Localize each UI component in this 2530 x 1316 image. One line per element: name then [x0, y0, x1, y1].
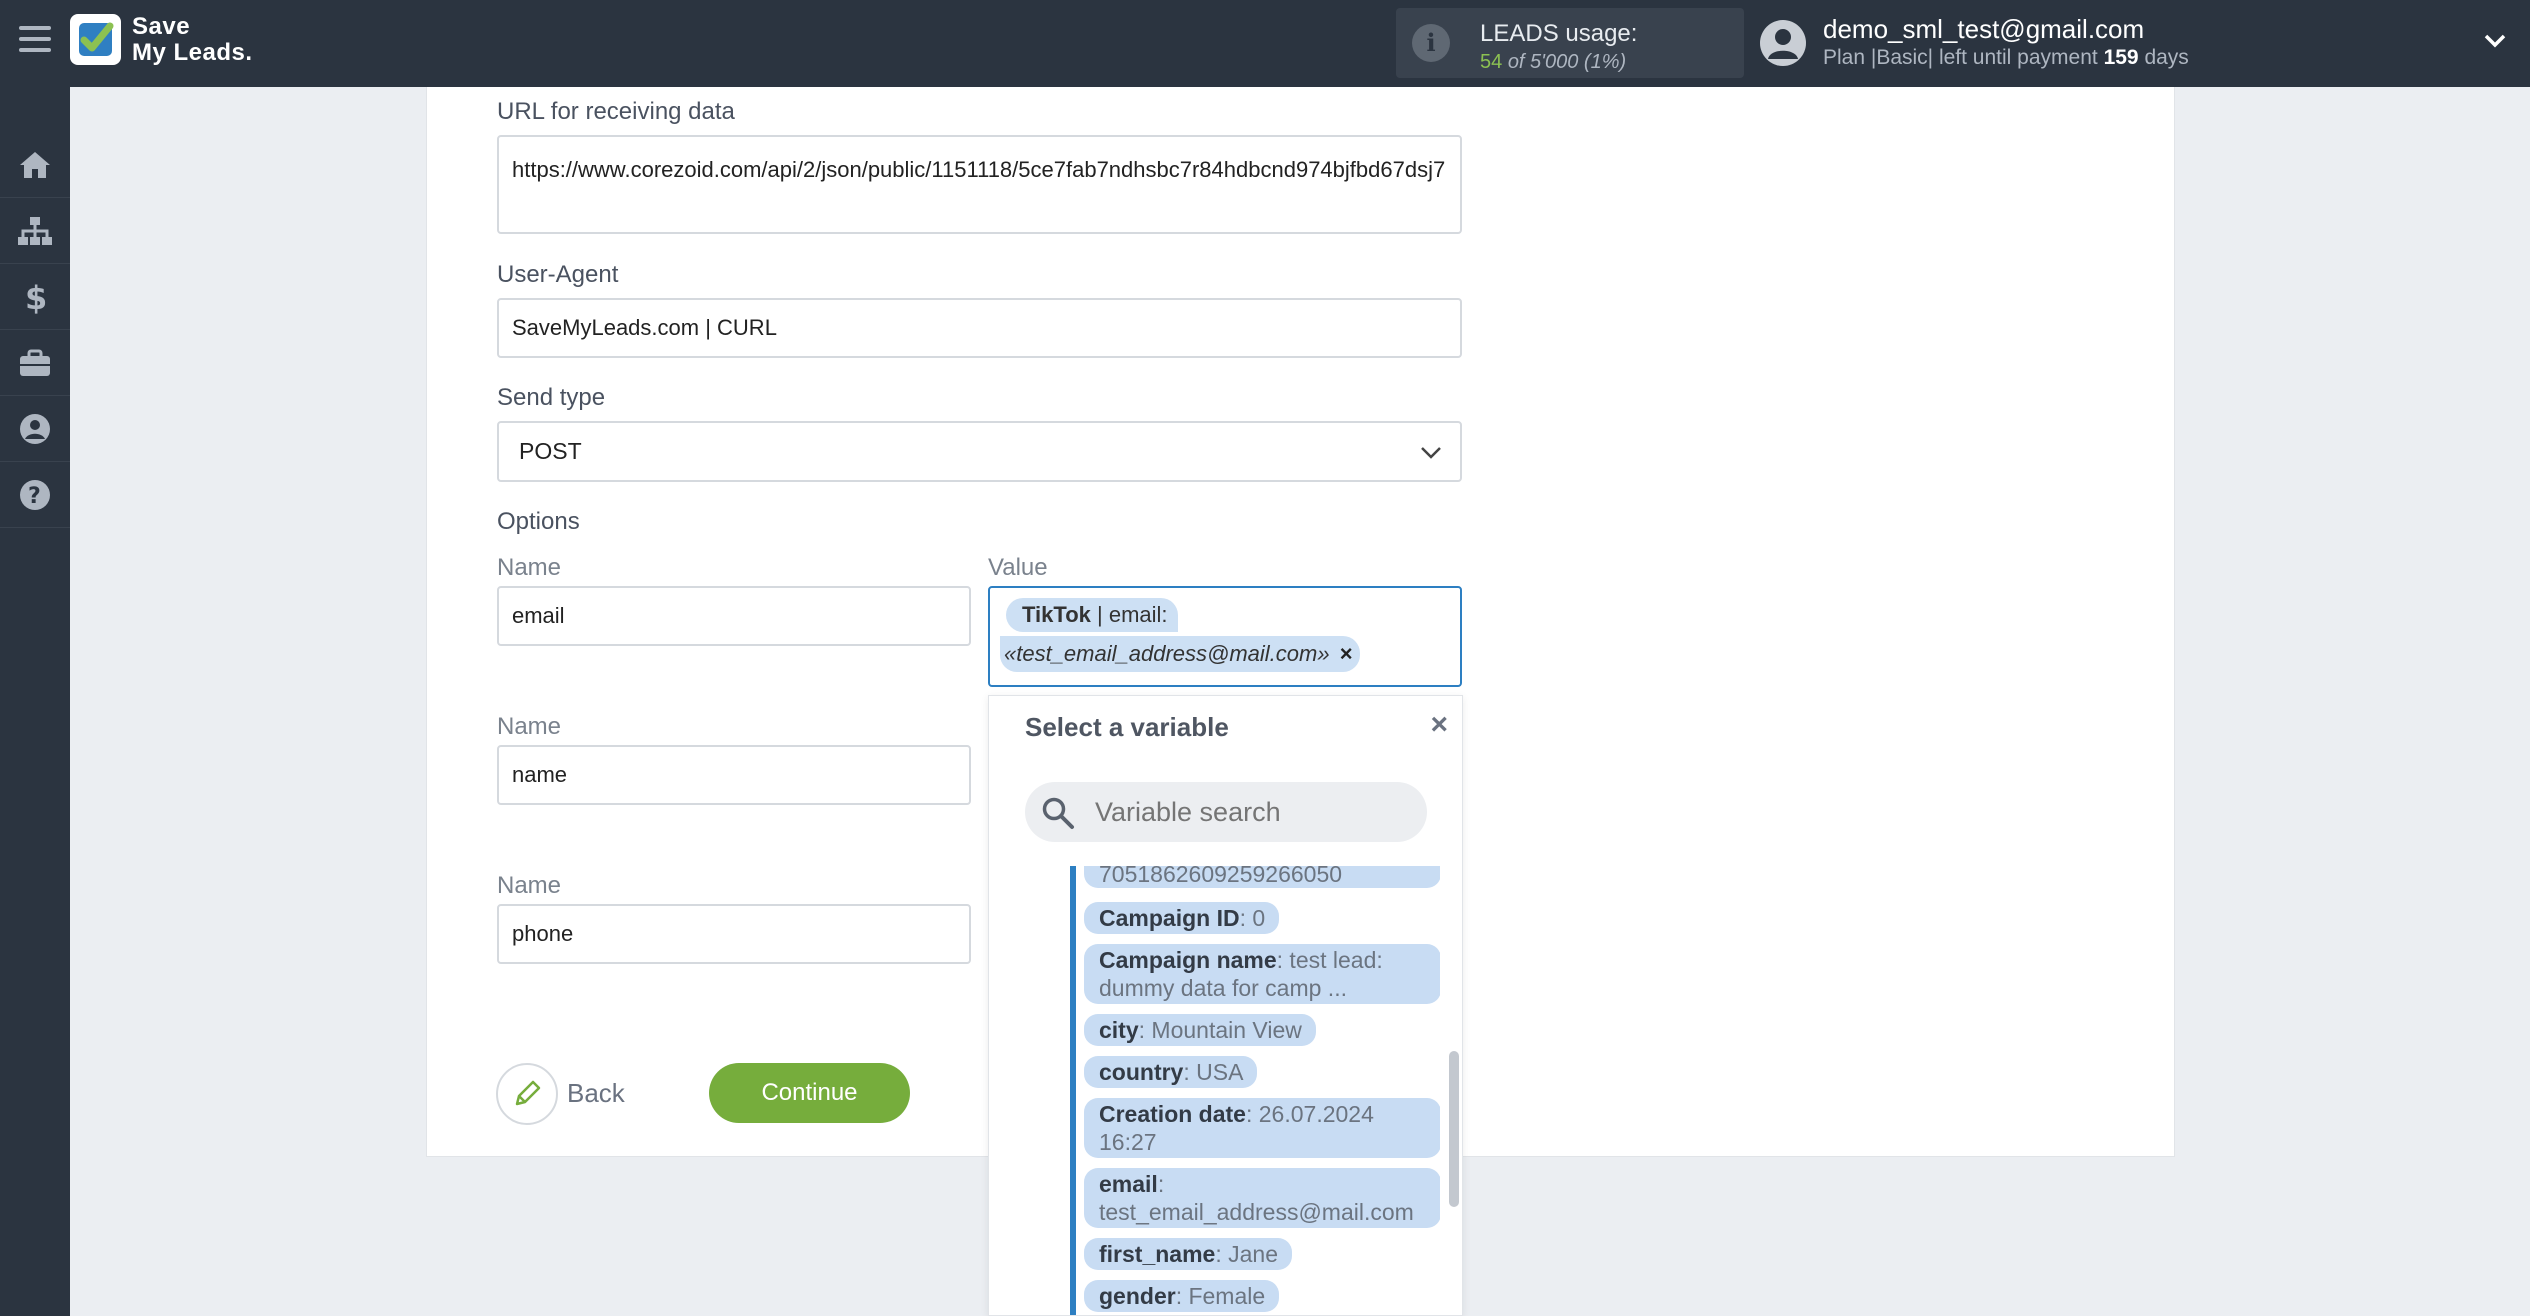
menu-icon[interactable] [19, 26, 51, 56]
value-chip-sample: «test_email_address@mail.com» × [1000, 636, 1360, 672]
continue-button[interactable]: Continue [709, 1063, 910, 1123]
variable-dropdown: Select a variable × 7051862609259266050 … [988, 695, 1463, 1316]
variable-search[interactable] [1025, 782, 1427, 842]
user-agent-label: User-Agent [497, 261, 619, 288]
leads-usage-panel: i LEADS usage: 54 of 5'000 (1%) [1396, 8, 1744, 78]
sidebar-item-billing[interactable]: $ [0, 264, 70, 330]
variable-item[interactable]: first_name: Jane [1084, 1238, 1292, 1270]
plan-info: Plan |Basic| left until payment 159 days [1823, 46, 2189, 69]
send-type-value: POST [519, 438, 582, 464]
variable-item[interactable]: Campaign ID: 0 [1084, 902, 1280, 934]
url-label: URL for receiving data [497, 98, 735, 125]
search-icon [1042, 797, 1074, 829]
options-label: Options [497, 508, 580, 535]
option-value-input[interactable]: TikTok | email: «test_email_address@mail… [988, 586, 1462, 687]
usage-count: 54 of 5'000 (1%) [1480, 51, 1627, 73]
sidebar-item-account[interactable] [0, 396, 70, 462]
send-type-select[interactable]: POST [497, 421, 1462, 482]
option-name-input[interactable]: phone [497, 904, 971, 964]
back-button[interactable] [496, 1063, 558, 1125]
variable-item[interactable]: email: test_email_address@mail.com [1084, 1168, 1440, 1228]
variable-item[interactable]: 7051862609259266050 [1084, 866, 1440, 888]
briefcase-icon [20, 349, 50, 376]
pencil-icon [515, 1080, 541, 1106]
variable-item[interactable]: Campaign name: test lead: dummy data for… [1084, 944, 1440, 1004]
sidebar-item-connections[interactable] [0, 198, 70, 264]
logo-text[interactable]: Save My Leads. [132, 14, 253, 66]
back-label[interactable]: Back [567, 1078, 625, 1109]
user-agent-input[interactable]: SaveMyLeads.com | CURL [497, 298, 1462, 358]
home-icon [20, 151, 50, 178]
chevron-down-icon[interactable] [2482, 28, 2508, 54]
sidebar: $ ? [0, 87, 70, 1316]
option-name-input[interactable]: email [497, 586, 971, 646]
dollar-icon: $ [25, 279, 47, 315]
variable-item[interactable]: Creation date: 26.07.2024 16:27 [1084, 1098, 1440, 1158]
chevron-down-icon [1421, 447, 1441, 459]
sidebar-item-home[interactable] [0, 132, 70, 198]
user-avatar-icon[interactable] [1760, 20, 1806, 66]
variable-item[interactable]: country: USA [1084, 1056, 1258, 1088]
send-type-label: Send type [497, 384, 606, 411]
usage-label: LEADS usage: [1480, 20, 1638, 47]
sitemap-icon [18, 216, 52, 245]
remove-chip-icon[interactable]: × [1340, 641, 1353, 666]
name-label: Name [497, 872, 562, 899]
help-icon: ? [20, 479, 50, 510]
variable-item[interactable]: gender: Female [1084, 1280, 1280, 1312]
user-email[interactable]: demo_sml_test@gmail.com [1823, 14, 2144, 45]
logo-icon[interactable] [70, 14, 121, 65]
dropdown-scrollbar[interactable] [1449, 1051, 1459, 1207]
dropdown-title: Select a variable [1025, 712, 1229, 742]
user-circle-icon [20, 413, 50, 444]
name-label: Name [497, 713, 562, 740]
close-icon[interactable]: × [1430, 708, 1448, 742]
svg-text:$: $ [25, 279, 47, 315]
variable-search-input[interactable] [1095, 792, 1405, 832]
value-chip-source: TikTok | email: [1006, 598, 1178, 632]
variable-list: 7051862609259266050 Campaign ID: 0 Campa… [1070, 866, 1440, 1315]
name-label: Name [497, 554, 562, 581]
option-name-input[interactable]: name [497, 745, 971, 805]
info-icon: i [1412, 24, 1450, 62]
sidebar-item-help[interactable]: ? [0, 462, 70, 528]
top-bar: Save My Leads. i LEADS usage: 54 of 5'00… [0, 0, 2530, 87]
value-label: Value [988, 554, 1048, 581]
svg-text:?: ? [28, 484, 41, 509]
sidebar-item-tools[interactable] [0, 330, 70, 396]
variable-item[interactable]: city: Mountain View [1084, 1014, 1316, 1046]
url-input[interactable]: https://www.corezoid.com/api/2/json/publ… [497, 135, 1462, 234]
